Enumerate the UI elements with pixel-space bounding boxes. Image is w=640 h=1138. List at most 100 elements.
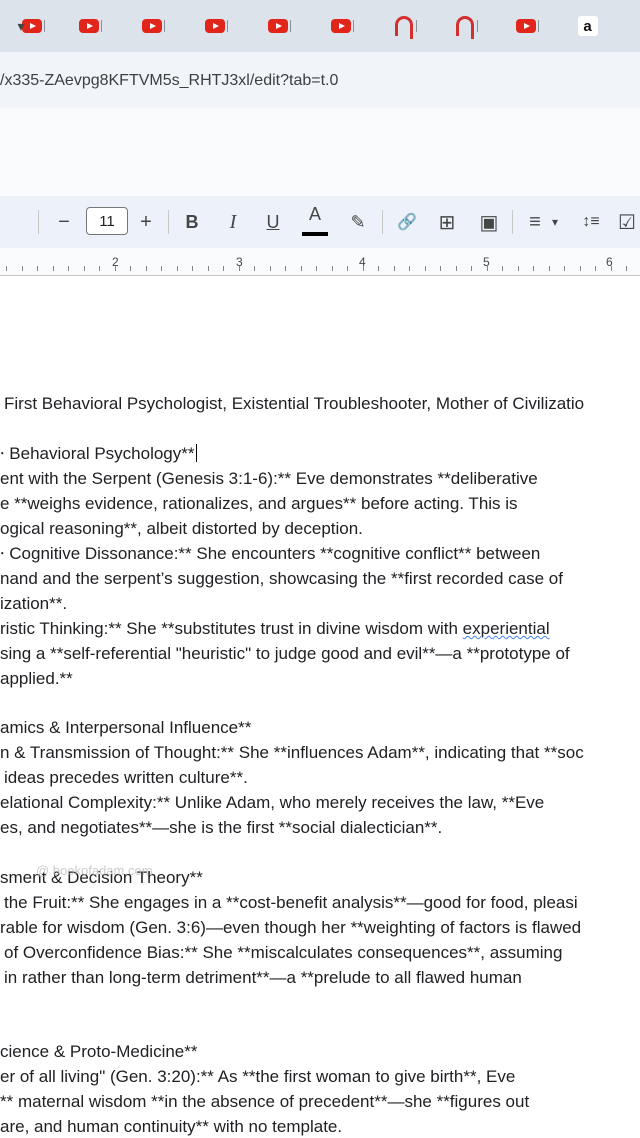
ruler-tick <box>611 266 612 271</box>
ruler-tick <box>22 266 23 271</box>
doc-title-line: First Behavioral Psychologist, Existenti… <box>4 394 585 413</box>
chevron-down-icon[interactable]: ▾ <box>10 0 32 52</box>
chevron-down-icon[interactable]: ▾ <box>548 196 562 248</box>
doc-line: ideas precedes written culture**. <box>4 768 248 787</box>
ruler-tick <box>626 266 627 271</box>
spellcheck-word[interactable]: experiential <box>463 619 550 638</box>
browser-tab[interactable] <box>246 0 309 52</box>
doc-line: in rather than long-term detriment**—a *… <box>4 968 522 987</box>
ruler-tick <box>254 266 255 271</box>
doc-line: sing a **self-referential "heuristic" to… <box>0 644 570 663</box>
doc-line: nand and the serpent’s suggestion, showc… <box>0 569 563 588</box>
insert-link-icon[interactable]: 🔗 <box>394 196 420 248</box>
doc-line: ** maternal wisdom **in the absence of p… <box>0 1092 530 1111</box>
ruler-tick <box>68 266 69 271</box>
browser-tab[interactable] <box>309 0 372 52</box>
doc-line: elational Complexity:** Unlike Adam, who… <box>0 793 545 812</box>
youtube-icon <box>267 19 288 33</box>
checklist-icon[interactable]: ☑ <box>616 196 638 248</box>
doc-line: the Fruit:** She engages in a **cost-ben… <box>4 893 578 912</box>
line-spacing-icon[interactable]: ↕≡ <box>576 196 606 248</box>
section-heading: ⸱ Behavioral Psychology** <box>0 444 197 463</box>
hook-icon <box>455 16 474 39</box>
ruler-tick <box>192 266 193 271</box>
amazon-icon: a <box>577 16 598 36</box>
doc-line: es, and negotiates**—she is the first **… <box>0 818 443 837</box>
toolbar-divider <box>168 210 169 234</box>
browser-tab[interactable] <box>372 0 435 52</box>
browser-tab[interactable] <box>183 0 246 52</box>
ruler-tick <box>208 266 209 271</box>
ruler-tick <box>84 266 85 271</box>
youtube-icon <box>204 19 225 33</box>
browser-tab[interactable] <box>433 0 496 52</box>
hook-icon <box>394 16 413 39</box>
youtube-icon <box>515 19 536 33</box>
ruler-tick <box>549 266 550 271</box>
ruler-tick <box>270 266 271 271</box>
bold-button[interactable]: B <box>181 196 203 248</box>
horizontal-ruler[interactable]: 2 3 4 5 6 <box>0 248 640 276</box>
browser-tab[interactable]: a <box>556 0 619 52</box>
ruler-tick <box>37 266 38 271</box>
ruler-tick <box>564 266 565 271</box>
browser-tab[interactable] <box>494 0 557 52</box>
ruler-tick <box>363 266 364 271</box>
section-heading: amics & Interpersonal Influence** <box>0 718 252 737</box>
ruler-tick <box>502 266 503 271</box>
doc-line: applied.** <box>0 669 73 688</box>
doc-line: rable for wisdom (Gen. 3:6)—even though … <box>0 918 582 937</box>
ruler-tick <box>378 266 379 271</box>
ruler-tick <box>130 266 131 271</box>
ruler-tick <box>239 266 240 271</box>
ruler-tick <box>533 266 534 271</box>
font-size-input[interactable]: 11 <box>86 207 128 235</box>
url-text[interactable]: /x335-ZAevpg8KFTVM5s_RHTJ3xl/edit?tab=t.… <box>0 72 338 90</box>
ruler-tick <box>409 266 410 271</box>
doc-line: ristic Thinking:** She **substitutes tru… <box>0 619 550 638</box>
ruler-tick <box>99 266 100 271</box>
toolbar-divider <box>382 210 383 234</box>
text-color-button[interactable]: A <box>302 196 328 236</box>
browser-tab[interactable] <box>57 0 120 52</box>
ruler-tick <box>316 266 317 271</box>
ruler-tick <box>425 266 426 271</box>
decrease-font-size-button[interactable]: − <box>52 196 76 248</box>
doc-line: ogical reasoning**, albeit distorted by … <box>0 519 363 538</box>
youtube-icon <box>78 19 99 33</box>
doc-line: are, and human continuity** with no temp… <box>0 1117 343 1136</box>
italic-button[interactable]: I <box>222 196 244 248</box>
ruler-tick <box>115 266 116 271</box>
ruler-tick <box>177 266 178 271</box>
insert-image-icon[interactable]: ▣ <box>476 196 502 248</box>
ruler-tick <box>146 266 147 271</box>
increase-font-size-button[interactable]: + <box>134 196 158 248</box>
ruler-tick <box>580 266 581 271</box>
ruler-tick <box>487 266 488 271</box>
align-left-icon[interactable]: ≡ <box>524 196 546 248</box>
highlight-pen-icon[interactable]: ✎ <box>346 196 370 248</box>
toolbar-divider <box>38 210 39 234</box>
doc-line: er of all living" (Gen. 3:20):** As **th… <box>0 1067 516 1086</box>
document-page[interactable]: First Behavioral Psychologist, Existenti… <box>0 277 640 1138</box>
ruler-tick <box>285 266 286 271</box>
ruler-tick <box>471 266 472 271</box>
youtube-icon <box>330 19 351 33</box>
watermark-overlay: @ bookofadam.com <box>36 863 153 878</box>
ruler-tick <box>301 266 302 271</box>
address-bar[interactable]: /x335-ZAevpg8KFTVM5s_RHTJ3xl/edit?tab=t.… <box>0 52 640 108</box>
ruler-tick <box>347 266 348 271</box>
ruler-tick <box>332 266 333 271</box>
ruler-tick <box>161 266 162 271</box>
youtube-icon <box>141 19 162 33</box>
ruler-tick <box>6 266 7 271</box>
browser-tab[interactable] <box>120 0 183 52</box>
ruler-tick <box>440 266 441 271</box>
doc-line: ⸱ Cognitive Dissonance:** She encounters… <box>0 544 541 563</box>
ruler-tick <box>456 266 457 271</box>
underline-button[interactable]: U <box>262 196 284 248</box>
ruler-tick <box>394 266 395 271</box>
doc-line: e **weighs evidence, rationalizes, and a… <box>0 494 518 513</box>
ruler-tick <box>53 266 54 271</box>
add-comment-icon[interactable]: ⊞ <box>434 196 460 248</box>
